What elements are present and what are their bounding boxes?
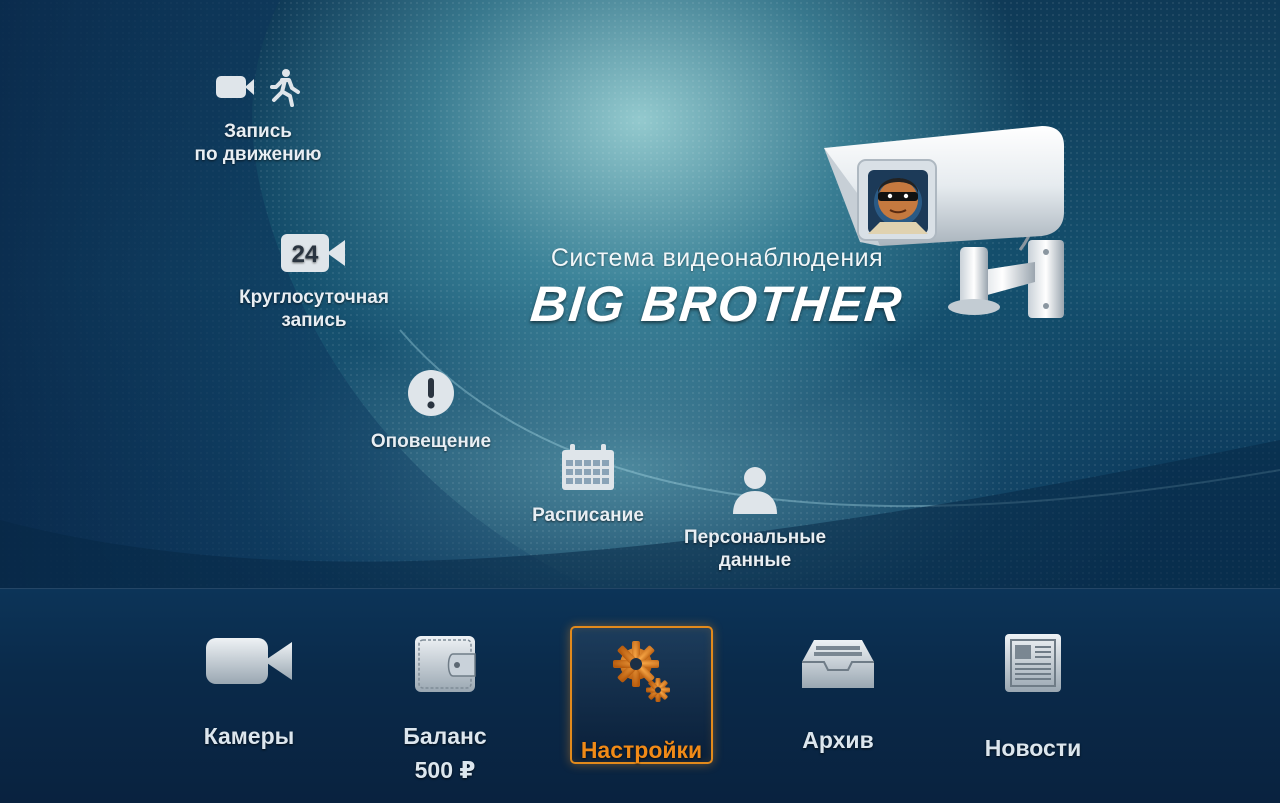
balance-value: 500 ₽ — [414, 757, 476, 783]
feature-label-line2: по движению — [194, 144, 322, 165]
feature-24h-recording[interactable]: 24 Круглосуточная запись — [224, 232, 404, 332]
feature-motion-recording[interactable]: Запись по движению — [178, 66, 338, 166]
feature-label: Оповещение — [370, 431, 492, 452]
feature-schedule[interactable]: Расписание — [518, 444, 658, 527]
cctv-camera-illustration — [820, 122, 1070, 332]
nav-label-news: Новости — [984, 735, 1082, 761]
24h-badge: 24 — [292, 241, 319, 268]
feature-label: Расписание — [532, 505, 644, 526]
nav-label-settings: Настройки — [580, 737, 703, 763]
video-camera-icon — [182, 632, 316, 699]
feature-label-line2: данные — [718, 550, 792, 571]
nav-label-balance: Баланс — [403, 723, 487, 749]
feature-label: Запись — [224, 121, 292, 142]
feature-notification[interactable]: Оповещение — [356, 368, 506, 453]
nav-label-archive: Архив — [802, 727, 874, 753]
motion-record-icon — [178, 66, 338, 114]
nav-label-cameras: Камеры — [203, 723, 295, 749]
wallet-icon — [384, 632, 506, 703]
nav-cameras[interactable]: Камеры — [182, 632, 316, 753]
24h-record-icon: 24 — [224, 232, 404, 280]
feature-personal-data[interactable]: Персональные данные — [670, 464, 840, 572]
nav-balance[interactable]: Баланс 500 ₽ — [384, 632, 506, 787]
alert-icon — [356, 368, 506, 424]
nav-archive[interactable]: Архив — [784, 632, 892, 757]
nav-news[interactable]: Новости — [974, 632, 1092, 765]
archive-tray-icon — [784, 632, 892, 701]
calendar-icon — [518, 444, 658, 498]
newspaper-icon — [974, 632, 1092, 703]
feature-label: Круглосуточная — [239, 287, 389, 308]
nav-settings[interactable]: Настройки — [570, 626, 713, 764]
feature-label: Персональные — [683, 527, 827, 548]
user-icon — [670, 464, 840, 520]
gears-icon — [572, 640, 711, 711]
feature-label-line2: запись — [281, 310, 347, 331]
